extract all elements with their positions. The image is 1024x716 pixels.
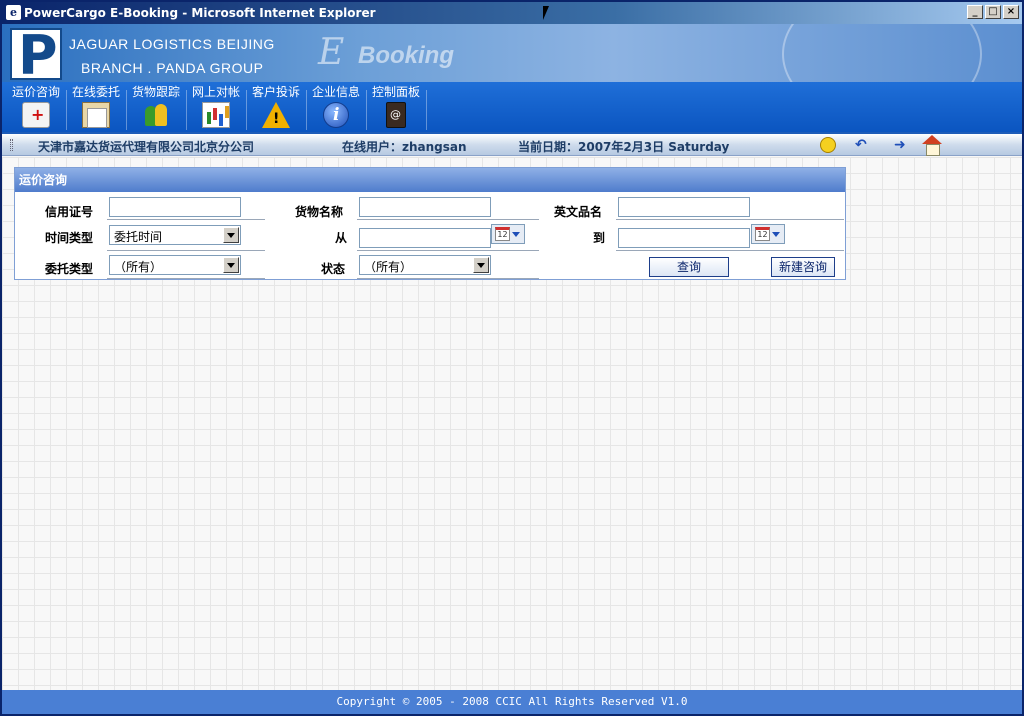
ebooking-logo-word: Booking <box>358 42 454 69</box>
info-icon <box>323 102 349 128</box>
order-type-label: 委托类型 <box>45 262 94 276</box>
online-user: 在线用户：zhangsan <box>342 140 467 154</box>
header-banner: P JAGUAR LOGISTICS BEIJING BRANCH . PAND… <box>2 24 1022 82</box>
company-name-line2: BRANCH . PANDA GROUP <box>81 60 264 76</box>
main-nav: 运价咨询 在线委托 货物跟踪 网上对帐 客户投诉 企业信息 控制 <box>2 82 1022 132</box>
chat-icon[interactable] <box>820 137 836 153</box>
title-bar: e PowerCargo E-Booking - Microsoft Inter… <box>2 2 1022 24</box>
footer-copyright: Copyright © 2005 - 2008 CCIC All Rights … <box>2 690 1022 714</box>
nav-label: 网上对帐 <box>191 85 240 99</box>
to-date-picker-button[interactable]: 12 <box>751 224 785 244</box>
order-type-value: （所有） <box>114 260 163 274</box>
status-label: 状态 <box>321 262 346 276</box>
status-select[interactable]: （所有） <box>359 255 491 275</box>
company-name-line1: JAGUAR LOGISTICS BEIJING <box>69 36 275 52</box>
nav-item-quote-inquiry[interactable]: 运价咨询 <box>6 82 66 132</box>
nav-item-online-reconcile[interactable]: 网上对帐 <box>186 82 246 132</box>
to-label: 到 <box>593 231 606 245</box>
to-date-input[interactable] <box>618 228 750 248</box>
from-date-picker-button[interactable]: 12 <box>491 224 525 244</box>
first-aid-kit-icon <box>22 102 50 128</box>
window-controls: _ □ × <box>967 5 1019 19</box>
logo-letter: P <box>18 24 58 82</box>
browser-window: e PowerCargo E-Booking - Microsoft Inter… <box>0 0 1024 716</box>
current-date: 当前日期：2007年2月3日 Saturday <box>518 140 730 154</box>
status-value: （所有） <box>364 260 413 274</box>
nav-label: 企业信息 <box>311 85 360 99</box>
main-content: 运价咨询 信用证号 货物名称 英文品名 时间类型 委托时间 从 12 到 12 … <box>2 157 1022 690</box>
chevron-down-icon <box>223 257 239 273</box>
calendar-icon: 12 <box>755 227 770 241</box>
address-book-icon <box>386 102 406 128</box>
ebooking-logo-e: E <box>318 32 345 73</box>
company-logo: P <box>10 24 62 82</box>
new-inquiry-button[interactable]: 新建咨询 <box>771 257 835 277</box>
credit-no-input[interactable] <box>109 197 241 217</box>
english-name-label: 英文品名 <box>554 205 603 219</box>
goods-name-label: 货物名称 <box>295 205 344 219</box>
forward-icon[interactable]: ➜ <box>894 137 910 153</box>
home-icon[interactable] <box>922 135 942 156</box>
maximize-button[interactable]: □ <box>985 5 1001 19</box>
nav-label: 控制面板 <box>371 85 420 99</box>
credit-no-label: 信用证号 <box>45 205 94 219</box>
chevron-down-icon <box>473 257 489 273</box>
nav-label: 货物跟踪 <box>131 85 180 99</box>
status-info-bar: 天津市嘉达货运代理有限公司北京分公司 在线用户：zhangsan 当前日期：20… <box>2 132 1022 156</box>
goods-name-input[interactable] <box>359 197 491 217</box>
query-button[interactable]: 查询 <box>649 257 729 277</box>
from-label: 从 <box>335 231 348 245</box>
nav-label: 运价咨询 <box>11 85 60 99</box>
nav-item-company-info[interactable]: 企业信息 <box>306 82 366 132</box>
window-title: PowerCargo E-Booking - Microsoft Interne… <box>24 6 376 20</box>
nav-item-complaint[interactable]: 客户投诉 <box>246 82 306 132</box>
nav-item-online-order[interactable]: 在线委托 <box>66 82 126 132</box>
nav-item-cargo-tracking[interactable]: 货物跟踪 <box>126 82 186 132</box>
from-date-input[interactable] <box>359 228 491 248</box>
calendar-icon: 12 <box>495 227 510 241</box>
time-type-select[interactable]: 委托时间 <box>109 225 241 245</box>
ie-icon: e <box>6 5 21 20</box>
panel-title: 运价咨询 <box>15 168 845 192</box>
chevron-down-icon <box>512 232 520 237</box>
minimize-button[interactable]: _ <box>967 5 983 19</box>
time-type-label: 时间类型 <box>45 231 94 245</box>
nav-item-control-panel[interactable]: 控制面板 <box>366 82 426 132</box>
decorative-swoosh <box>782 24 982 82</box>
back-icon[interactable]: ↶ <box>855 137 871 153</box>
english-name-input[interactable] <box>618 197 750 217</box>
nav-label: 在线委托 <box>71 85 120 99</box>
company-name: 天津市嘉达货运代理有限公司北京分公司 <box>38 140 255 154</box>
grip-handle <box>10 139 13 151</box>
clipboard-icon <box>82 102 110 128</box>
quote-inquiry-panel: 运价咨询 信用证号 货物名称 英文品名 时间类型 委托时间 从 12 到 12 … <box>14 167 846 280</box>
nav-label: 客户投诉 <box>251 85 300 99</box>
time-type-value: 委托时间 <box>114 230 163 244</box>
close-button[interactable]: × <box>1003 5 1019 19</box>
people-icon <box>142 102 170 128</box>
bar-chart-icon <box>202 102 230 128</box>
mouse-cursor <box>543 6 549 20</box>
order-type-select[interactable]: （所有） <box>109 255 241 275</box>
warning-icon <box>262 102 290 128</box>
chevron-down-icon <box>772 232 780 237</box>
chevron-down-icon <box>223 227 239 243</box>
